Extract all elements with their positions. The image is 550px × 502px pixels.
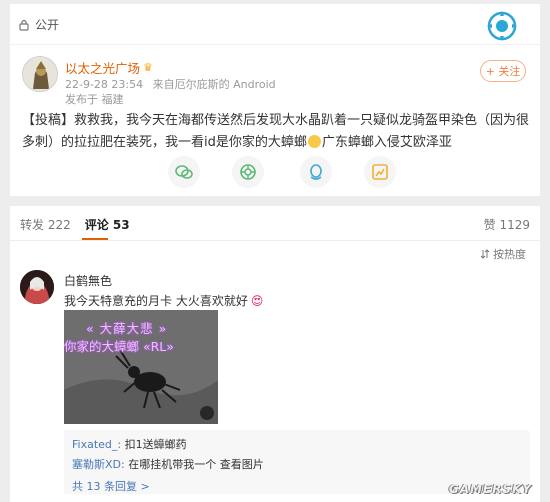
commenter-avatar[interactable] — [20, 270, 54, 304]
tabs-divider — [10, 240, 540, 241]
image-badge-icon — [200, 406, 214, 420]
sort-button[interactable]: 按热度 — [480, 246, 526, 262]
reply-author[interactable]: 塞勒斯XD: — [72, 458, 125, 471]
post-body: 【投稿】救救我，我今天在海都传送然后发现大水晶趴着一只疑似龙骑盔甲染色（因为很多… — [22, 110, 534, 154]
heart-eyes-emoji-icon: 😍 — [250, 293, 264, 308]
reply-text: 扣1送蟑螂药 — [121, 438, 187, 451]
post-body-text-2: 广东蟑螂入侵艾欧泽亚 — [321, 135, 452, 150]
verified-crown-icon: ♛ — [143, 61, 153, 74]
moments-share-button[interactable] — [232, 156, 264, 188]
reply-item[interactable]: Fixated_: 扣1送蟑螂药 — [72, 436, 187, 452]
comment-tabs: 转发 222 评论 53 — [20, 216, 130, 233]
author-name[interactable]: 以太之光广场 ♛ — [65, 58, 153, 77]
qq-icon — [310, 164, 322, 180]
qzone-icon — [372, 164, 388, 180]
image-caption-1: « 大薛大悲 » — [86, 321, 168, 336]
gamersky-watermark: GAMERSKY — [448, 482, 532, 496]
sort-label[interactable]: 按热度 — [493, 246, 526, 262]
qq-share-button[interactable] — [300, 156, 332, 188]
reply-author[interactable]: Fixated_: — [72, 438, 121, 451]
brand-logo-icon — [487, 11, 517, 41]
commenter-name[interactable]: 白鹤無色 — [64, 272, 112, 289]
visibility-indicator: 公开 — [18, 16, 59, 33]
author-name-text[interactable]: 以太之光广场 — [65, 58, 140, 77]
tab-reposts[interactable]: 转发 222 — [20, 216, 71, 233]
sort-icon — [480, 249, 490, 259]
header-divider — [10, 44, 540, 45]
post-source: 来自厄尔庇斯的 Android — [152, 78, 276, 91]
comment-text: 我今天特意充的月卡 大火喜欢就好 — [64, 294, 248, 308]
wechat-share-button[interactable] — [168, 156, 200, 188]
share-bar — [10, 156, 540, 192]
image-caption-2: 你家的大蟑螂 «RL» — [64, 339, 174, 354]
more-replies-link[interactable]: 共 13 条回复 > — [72, 478, 150, 494]
reply-item[interactable]: 塞勒斯XD: 在哪挂机带我一个 查看图片 — [72, 456, 264, 472]
post-location: 发布于 福建 — [65, 93, 124, 106]
qzone-share-button[interactable] — [364, 156, 396, 188]
lock-icon — [19, 19, 29, 31]
post-card: 公开 以太之光广场 ♛ 22-9-28 23:54 来自厄尔庇斯的 Androi… — [10, 4, 540, 196]
visibility-label: 公开 — [35, 18, 60, 32]
post-timestamp: 22-9-28 23:54 — [65, 78, 144, 91]
follow-button[interactable]: + 关注 — [480, 60, 526, 82]
reply-text: 在哪挂机带我一个 查看图片 — [124, 458, 264, 471]
post-body-text-1: 【投稿】救救我，我今天在海都传送然后发现大水晶趴着一只疑似龙骑盔甲染色（因为很多… — [22, 113, 530, 150]
smile-emoji-icon — [307, 135, 321, 148]
wechat-icon — [175, 165, 193, 179]
author-avatar[interactable] — [22, 56, 58, 92]
moments-icon — [240, 164, 256, 180]
comment-image[interactable]: « 大薛大悲 » 你家的大蟑螂 «RL» — [64, 310, 218, 424]
comment-body: 我今天特意充的月卡 大火喜欢就好 😍 — [64, 292, 263, 309]
tab-comments[interactable]: 评论 53 — [85, 216, 130, 233]
comments-card: 转发 222 评论 53 赞 1129 按热度 白鹤無色 我今天特意充的月卡 大… — [10, 206, 540, 502]
post-meta: 22-9-28 23:54 来自厄尔庇斯的 Android — [65, 76, 276, 92]
likes-count[interactable]: 赞 1129 — [484, 216, 530, 233]
